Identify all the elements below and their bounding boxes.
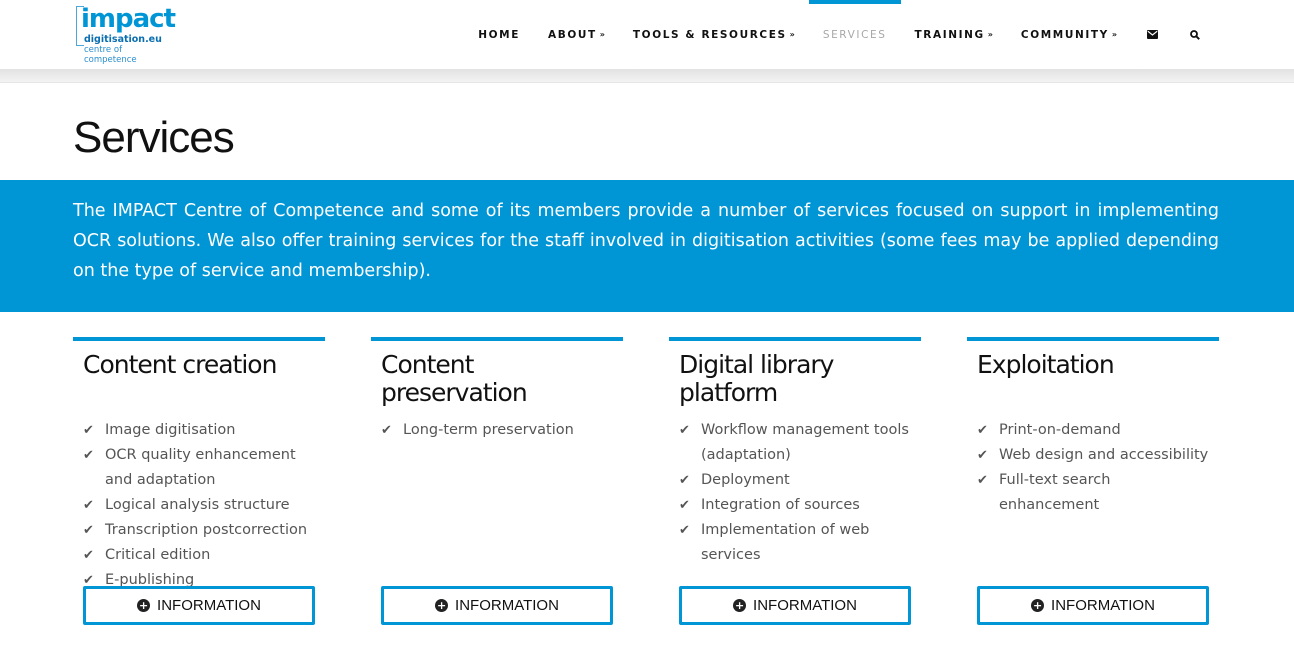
service-list: ✔ Workflow management tools (adaptation) …: [679, 418, 917, 568]
list-item: ✔ Critical edition: [83, 543, 321, 568]
information-button[interactable]: + INFORMATION: [679, 586, 911, 625]
information-button[interactable]: + INFORMATION: [83, 586, 315, 625]
nav-community[interactable]: COMMUNITY »: [1007, 0, 1131, 69]
plus-circle-icon: +: [1031, 599, 1045, 612]
service-column-content-preservation: Content preservation ✔ Long-term preserva…: [371, 337, 623, 627]
nav-training-label: TRAINING: [914, 28, 985, 41]
information-button-label: INFORMATION: [1051, 597, 1155, 614]
nav-services[interactable]: SERVICES: [808, 0, 901, 69]
nav-home-label: HOME: [478, 28, 520, 41]
nav-tools-resources[interactable]: TOOLS & RESOURCES »: [619, 0, 809, 69]
plus-circle-icon: +: [435, 599, 449, 612]
check-icon: ✔: [977, 448, 988, 463]
check-icon: ✔: [83, 498, 94, 513]
chevron-down-icon: »: [987, 30, 993, 39]
service-list: ✔ Print-on-demand ✔ Web design and accessi…: [977, 418, 1215, 518]
service-column-digital-library: Digital library platform ✔ Workflow manag…: [669, 337, 921, 627]
plus-circle-icon: +: [733, 599, 747, 612]
check-icon: ✔: [83, 423, 94, 438]
site-logo[interactable]: impact digitisation.eu centre of compete…: [76, 4, 176, 65]
list-item-label: Long-term preservation: [403, 422, 574, 438]
information-button-label: INFORMATION: [753, 597, 857, 614]
list-item-label: Integration of sources: [701, 497, 860, 513]
list-item-label: Full-text search enhancement: [999, 472, 1111, 513]
logo-wordmark: impact: [81, 4, 176, 34]
main-nav: HOME ABOUT » TOOLS & RESOURCES » SERVICE…: [464, 0, 1216, 69]
list-item-label: Print-on-demand: [999, 422, 1121, 438]
search-icon: [1190, 29, 1200, 40]
list-item: ✔ OCR quality enhancement and adaptation: [83, 443, 321, 493]
list-item: ✔ Print-on-demand: [977, 418, 1215, 443]
nav-training[interactable]: TRAINING »: [901, 0, 1007, 69]
information-button-label: INFORMATION: [455, 597, 559, 614]
check-icon: ✔: [83, 548, 94, 563]
list-item: ✔ Integration of sources: [679, 493, 917, 518]
nav-community-label: COMMUNITY: [1020, 28, 1109, 41]
check-icon: ✔: [83, 448, 94, 463]
check-icon: ✔: [977, 473, 988, 488]
nav-tools-label: TOOLS & RESOURCES: [632, 28, 787, 41]
nav-about-label: ABOUT: [547, 28, 597, 41]
list-item-label: OCR quality enhancement and adaptation: [105, 447, 296, 488]
check-icon: ✔: [381, 423, 392, 438]
nav-home[interactable]: HOME: [464, 0, 534, 69]
list-item: ✔ Transcription postcorrection: [83, 518, 321, 543]
list-item-label: Transcription postcorrection: [105, 522, 308, 538]
column-title: Content creation: [83, 350, 277, 379]
list-item: ✔ Deployment: [679, 468, 917, 493]
list-item-label: Logical analysis structure: [105, 497, 290, 513]
list-item-label: Image digitisation: [105, 422, 236, 438]
contact-button[interactable]: [1131, 0, 1174, 69]
check-icon: ✔: [679, 498, 690, 513]
service-column-exploitation: Exploitation ✔ Print-on-demand ✔ Web desig…: [967, 337, 1219, 627]
information-button[interactable]: + INFORMATION: [381, 586, 613, 625]
service-column-content-creation: Content creation ✔ Image digitisation ✔ OC…: [73, 337, 325, 627]
plus-circle-icon: +: [137, 599, 151, 612]
site-header: impact digitisation.eu centre of compete…: [0, 0, 1294, 69]
list-item: ✔ Web design and accessibility: [977, 443, 1215, 468]
envelope-icon: [1147, 30, 1158, 39]
chevron-down-icon: »: [1111, 30, 1117, 39]
column-title: Exploitation: [977, 350, 1115, 379]
list-item: ✔ Long-term preservation: [381, 418, 619, 443]
list-item-label: Workflow management tools (adaptation): [701, 422, 909, 463]
search-button[interactable]: [1174, 0, 1216, 69]
service-list: ✔ Long-term preservation: [381, 418, 619, 443]
service-list: ✔ Image digitisation ✔ OCR quality enhance…: [83, 418, 321, 593]
list-item-label: Critical edition: [105, 547, 211, 563]
list-item-label: Web design and accessibility: [999, 447, 1209, 463]
intro-text: The IMPACT Centre of Competence and some…: [73, 201, 1219, 281]
check-icon: ✔: [977, 423, 988, 438]
list-item: ✔ Workflow management tools (adaptation): [679, 418, 917, 468]
chevron-down-icon: »: [599, 30, 605, 39]
logo-domain: digitisation.eu: [84, 34, 162, 45]
check-icon: ✔: [679, 523, 690, 538]
list-item: ✔ Full-text search enhancement: [977, 468, 1215, 518]
information-button-label: INFORMATION: [157, 597, 261, 614]
chevron-down-icon: »: [789, 30, 795, 39]
column-title: Digital library platform: [679, 350, 834, 407]
list-item: ✔ Implementation of web services: [679, 518, 917, 568]
list-item: ✔ Image digitisation: [83, 418, 321, 443]
page-title: Services: [73, 113, 235, 162]
list-item: ✔ Logical analysis structure: [83, 493, 321, 518]
check-icon: ✔: [679, 423, 690, 438]
nav-services-label: SERVICES: [822, 28, 887, 41]
nav-about[interactable]: ABOUT »: [534, 0, 619, 69]
list-item-label: Deployment: [701, 472, 790, 488]
check-icon: ✔: [679, 473, 690, 488]
logo-tagline: centre of competence: [84, 45, 137, 65]
list-item-label: Implementation of web services: [701, 522, 870, 563]
column-title: Content preservation: [381, 350, 528, 407]
header-divider: [0, 69, 1294, 83]
check-icon: ✔: [83, 523, 94, 538]
information-button[interactable]: + INFORMATION: [977, 586, 1209, 625]
